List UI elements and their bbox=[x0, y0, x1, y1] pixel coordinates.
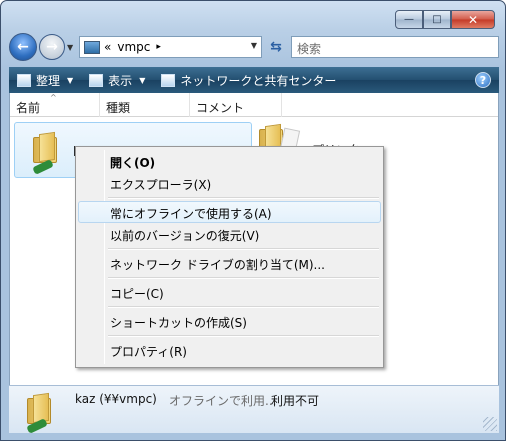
details-availability: 利用不可 bbox=[271, 394, 320, 408]
shared-folder-icon bbox=[33, 131, 57, 163]
recent-pages-dropdown-icon[interactable]: ▼ bbox=[67, 43, 73, 52]
menu-item-create-shortcut[interactable]: ショートカットの作成(S) bbox=[78, 310, 381, 332]
context-menu: 開く(O) エクスプローラ(X) 常にオフラインで使用する(A) 以前のバージョ… bbox=[75, 146, 384, 368]
chevron-down-icon: ▼ bbox=[139, 75, 146, 85]
views-label: 表示 bbox=[108, 73, 133, 88]
details-pane: kaz (¥¥vmpc) オフラインで利用... 利用不可 bbox=[9, 385, 499, 434]
menu-item-always-offline[interactable]: 常にオフラインで使用する(A) bbox=[78, 201, 381, 223]
menu-item-explorer[interactable]: エクスプローラ(X) bbox=[78, 172, 381, 194]
menu-separator bbox=[78, 303, 381, 310]
maximize-button[interactable]: □ bbox=[423, 10, 451, 29]
search-input[interactable]: 検索 bbox=[291, 36, 499, 58]
help-icon[interactable]: ? bbox=[475, 72, 491, 88]
forward-button[interactable]: → bbox=[39, 34, 65, 60]
menu-separator bbox=[78, 194, 381, 201]
views-icon bbox=[89, 73, 104, 87]
resize-grip[interactable] bbox=[483, 417, 497, 431]
menu-separator bbox=[78, 332, 381, 339]
forward-arrow-icon: → bbox=[46, 39, 58, 55]
organize-label: 整理 bbox=[36, 73, 61, 88]
close-button[interactable]: ✕ bbox=[451, 10, 495, 29]
caption-buttons: — □ ✕ bbox=[395, 10, 495, 29]
column-type-label: 種類 bbox=[106, 101, 131, 115]
column-header-name[interactable]: 名前 ^ bbox=[10, 93, 100, 117]
breadcrumb-overflow[interactable]: « bbox=[104, 40, 111, 54]
breadcrumb-vmpc[interactable]: vmpc bbox=[117, 40, 150, 54]
menu-item-properties[interactable]: プロパティ(R) bbox=[78, 339, 381, 361]
back-button[interactable]: ← bbox=[9, 33, 37, 61]
menu-separator bbox=[78, 274, 381, 281]
details-offline-status: オフラインで利用... bbox=[169, 394, 277, 408]
back-arrow-icon: ← bbox=[17, 39, 29, 55]
column-header-comment[interactable]: コメント bbox=[190, 93, 282, 117]
column-headers: 名前 ^ 種類 コメント bbox=[10, 93, 498, 117]
menu-item-copy[interactable]: コピー(C) bbox=[78, 281, 381, 303]
network-icon bbox=[161, 73, 176, 87]
computer-icon bbox=[84, 40, 100, 54]
command-bar: 整理 ▼ 表示 ▼ ネットワークと共有センター ? bbox=[9, 67, 499, 93]
address-bar[interactable]: « vmpc ▸ ▼ bbox=[79, 36, 262, 58]
network-sharing-label: ネットワークと共有センター bbox=[180, 73, 337, 88]
menu-item-restore-previous-versions[interactable]: 以前のバージョンの復元(V) bbox=[78, 223, 381, 245]
organize-button[interactable]: 整理 ▼ bbox=[9, 67, 81, 93]
chevron-right-icon[interactable]: ▸ bbox=[156, 42, 161, 52]
menu-item-open[interactable]: 開く(O) bbox=[78, 150, 381, 172]
column-header-type[interactable]: 種類 bbox=[100, 93, 190, 117]
column-name-label: 名前 bbox=[16, 101, 41, 115]
network-sharing-center-button[interactable]: ネットワークと共有センター bbox=[153, 67, 344, 93]
column-comment-label: コメント bbox=[196, 101, 245, 115]
views-button[interactable]: 表示 ▼ bbox=[81, 67, 153, 93]
chevron-down-icon: ▼ bbox=[67, 75, 74, 85]
sort-ascending-icon: ^ bbox=[50, 93, 57, 102]
menu-separator bbox=[78, 245, 381, 252]
menu-item-map-network-drive[interactable]: ネットワーク ドライブの割り当て(M)... bbox=[78, 252, 381, 274]
refresh-button[interactable]: ⇆ bbox=[265, 36, 287, 58]
organize-icon bbox=[17, 73, 31, 87]
refresh-icon: ⇆ bbox=[270, 39, 282, 55]
address-dropdown-icon[interactable]: ▼ bbox=[251, 41, 257, 50]
navigation-bar: ← → ▼ « vmpc ▸ ▼ ⇆ 検索 bbox=[9, 33, 499, 61]
minimize-button[interactable]: — bbox=[395, 10, 423, 29]
details-item-name: kaz (¥¥vmpc) bbox=[75, 392, 157, 406]
